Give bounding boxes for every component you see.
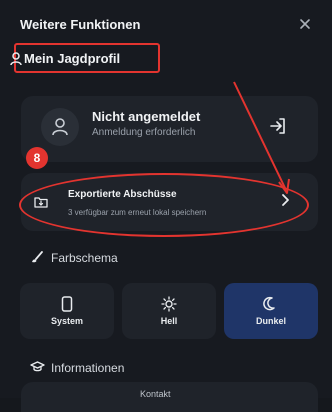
chevron-right-icon (282, 194, 289, 206)
exported-shots-card[interactable] (21, 173, 318, 231)
panel-title: Weitere Funktionen (20, 17, 141, 32)
theme-option-system[interactable]: System (20, 283, 114, 339)
person-icon (52, 118, 68, 136)
information-label: Informationen (51, 361, 125, 375)
profile-section-label: Mein Jagdprofil (24, 51, 121, 66)
login-button[interactable] (256, 104, 300, 148)
annotation-step-badge: 8 (26, 147, 48, 169)
theme-option-label: System (50, 316, 84, 326)
exported-shots-title: Exportierte Abschüsse (68, 189, 177, 200)
moon-icon (263, 296, 275, 311)
exported-shots-subtitle: 3 verfügbar zum erneut lokal speichern (68, 208, 207, 217)
close-icon (300, 19, 310, 29)
phone-icon (61, 296, 73, 312)
theme-option-light[interactable]: Hell (122, 283, 216, 339)
close-button[interactable] (296, 15, 314, 33)
avatar (41, 108, 79, 146)
palette-brush-icon (32, 251, 43, 263)
color-scheme-label: Farbschema (51, 251, 118, 265)
sun-icon (161, 296, 177, 312)
theme-option-label: Dunkel (255, 316, 286, 326)
more-functions-panel: Weitere Funktionen Mein Jagdprofil Nicht… (0, 0, 332, 412)
theme-option-dark[interactable]: Dunkel (224, 283, 318, 339)
panel-header: Weitere Funktionen (20, 17, 318, 37)
login-icon (270, 118, 285, 134)
folder-download-icon (34, 197, 48, 208)
login-status-subtitle: Anmeldung erforderlich (92, 127, 196, 138)
theme-option-label: Hell (160, 316, 178, 326)
graduation-cap-icon (30, 361, 45, 372)
person-icon (10, 52, 22, 66)
login-status-title: Nicht angemeldet (92, 109, 201, 124)
